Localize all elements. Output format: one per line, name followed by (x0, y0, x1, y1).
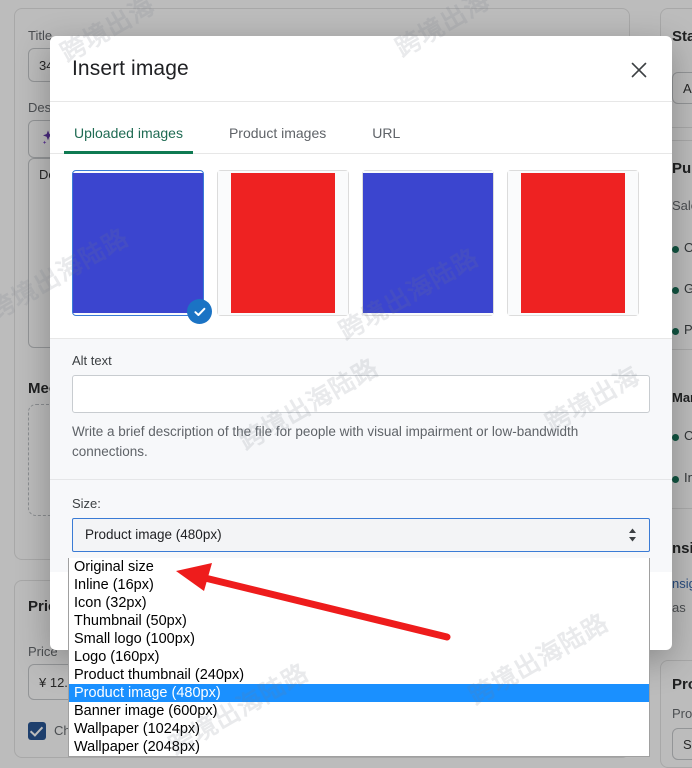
alt-text-label: Alt text (72, 353, 112, 368)
modal-tabs: Uploaded images Product images URL (50, 102, 672, 154)
dropdown-option-icon[interactable]: Icon (32px) (69, 594, 649, 612)
screen-root: Title 34 Desc De Mec Pric Price ¥ 12. Ch… (0, 0, 692, 768)
gallery-item-4[interactable] (507, 170, 639, 316)
dropdown-option-wallpaper-1024[interactable]: Wallpaper (1024px) (69, 720, 649, 738)
image-thumbnail-1 (73, 173, 203, 313)
dropdown-option-inline[interactable]: Inline (16px) (69, 576, 649, 594)
check-circle-icon (187, 299, 212, 324)
gallery-item-2[interactable] (217, 170, 349, 316)
size-label: Size: (72, 495, 101, 511)
image-thumbnail-2 (218, 171, 348, 315)
close-icon[interactable] (626, 57, 652, 83)
modal-title: Insert image (72, 56, 189, 80)
modal-header: Insert image (50, 36, 672, 102)
image-thumbnail-4 (508, 171, 638, 315)
dropdown-option-original-size[interactable]: Original size (69, 558, 649, 576)
dropdown-option-wallpaper-2048[interactable]: Wallpaper (2048px) (69, 738, 649, 756)
image-gallery (50, 154, 672, 338)
dropdown-option-label: Original size (74, 559, 154, 575)
dropdown-option-banner-image[interactable]: Banner image (600px) (69, 702, 649, 720)
tab-uploaded-images[interactable]: Uploaded images (64, 125, 193, 154)
dropdown-option-product-thumbnail[interactable]: Product thumbnail (240px) (69, 666, 649, 684)
alt-text-input[interactable] (72, 375, 650, 413)
updown-arrows-icon (628, 528, 637, 542)
gallery-item-3[interactable] (362, 170, 494, 316)
size-dropdown-list[interactable]: Original size Inline (16px) Icon (32px) … (68, 558, 650, 757)
size-select-value: Product image (480px) (85, 527, 222, 542)
dropdown-option-product-image[interactable]: Product image (480px) (69, 684, 649, 702)
gallery-item-1[interactable] (72, 170, 212, 324)
dropdown-option-logo[interactable]: Logo (160px) (69, 648, 649, 666)
alt-text-section: Alt text Write a brief description of th… (50, 338, 672, 479)
tab-url[interactable]: URL (370, 125, 402, 153)
alt-text-help: Write a brief description of the file fo… (72, 424, 579, 460)
dropdown-option-thumbnail[interactable]: Thumbnail (50px) (69, 612, 649, 630)
image-thumbnail-3 (363, 171, 493, 315)
size-select[interactable]: Product image (480px) (72, 517, 650, 552)
tab-product-images[interactable]: Product images (227, 125, 328, 153)
dropdown-option-small-logo[interactable]: Small logo (100px) (69, 630, 649, 648)
